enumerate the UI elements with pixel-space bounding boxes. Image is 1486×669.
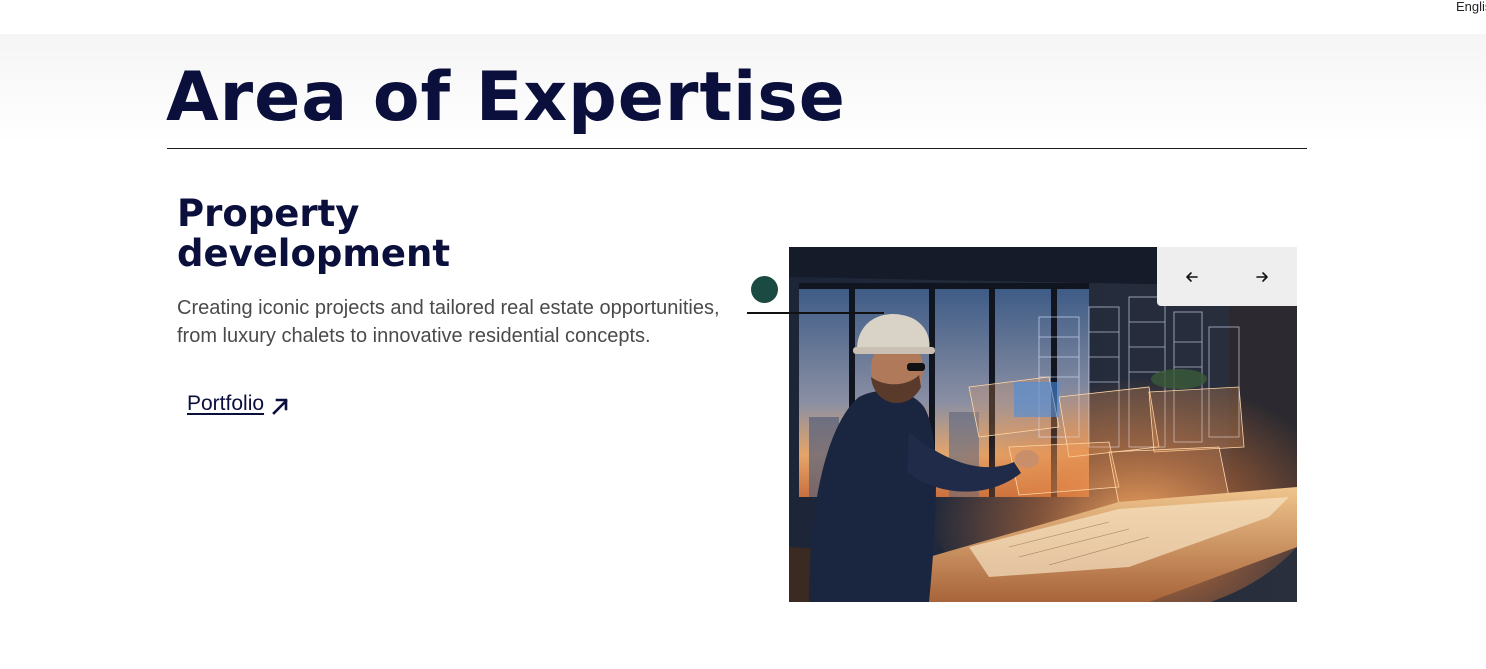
- previous-slide-button[interactable]: [1157, 247, 1227, 306]
- next-slide-button[interactable]: [1227, 247, 1297, 306]
- title-divider: [167, 148, 1307, 149]
- arrow-right-icon: [1256, 271, 1268, 282]
- portfolio-link[interactable]: Portfolio: [187, 392, 290, 416]
- portfolio-link-label: Portfolio: [187, 392, 265, 415]
- service-description: Creating iconic projects and tailored re…: [177, 297, 720, 347]
- carousel-navigation: [1157, 247, 1297, 306]
- page: English Area of Expertise Property devel…: [0, 0, 1486, 669]
- language-selector[interactable]: English: [1456, 0, 1486, 14]
- slide-indicator-dot: [751, 276, 778, 303]
- arrow-left-icon: [1186, 271, 1198, 282]
- top-bar: English: [0, 0, 1486, 34]
- arrow-up-right-icon: [270, 396, 290, 416]
- service-heading: Property development: [177, 192, 451, 275]
- section-title: Area of Expertise: [166, 58, 846, 137]
- slide-indicator-line: [747, 312, 884, 314]
